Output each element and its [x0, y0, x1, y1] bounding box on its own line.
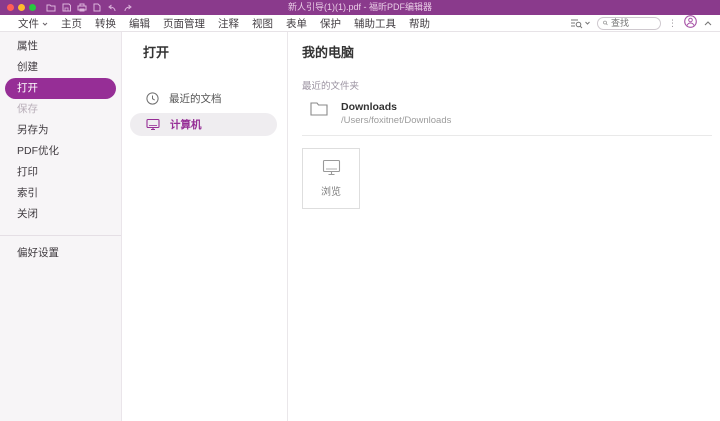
- titlebar: 新人引导(1)(1).pdf - 福昕PDF编辑器: [0, 0, 720, 15]
- window-title: 新人引导(1)(1).pdf - 福昕PDF编辑器: [288, 0, 432, 15]
- sidebar-item-print[interactable]: 打印: [0, 162, 121, 183]
- menubar: 文件 主页 转换 编辑 页面管理 注释 视图 表单 保护 辅助工具 帮助 ⋮: [0, 15, 720, 32]
- open-item-label: 计算机: [170, 117, 202, 132]
- find-replace-button[interactable]: [570, 18, 590, 29]
- search-input[interactable]: [611, 18, 655, 28]
- computer-icon: [146, 118, 160, 131]
- file-backstage: 属性 创建 打开 保存 另存为 PDF优化 打印 索引 关闭 偏好设置 打开 最…: [0, 32, 720, 421]
- sidebar-divider: [0, 235, 121, 236]
- search-icon: [603, 19, 608, 27]
- undo-icon[interactable]: [107, 4, 117, 12]
- chevron-down-icon: [585, 21, 590, 25]
- redo-icon[interactable]: [123, 4, 133, 12]
- my-computer-panel: 我的电脑 最近的文件夹 Downloads /Users/foxitnet/Do…: [288, 32, 720, 421]
- menu-file[interactable]: 文件: [18, 16, 48, 31]
- menu-home[interactable]: 主页: [61, 16, 82, 31]
- minimize-window-button[interactable]: [18, 4, 25, 11]
- my-computer-title: 我的电脑: [302, 42, 712, 61]
- folder-info: Downloads /Users/foxitnet/Downloads: [341, 101, 451, 126]
- menu-page-management[interactable]: 页面管理: [163, 16, 205, 31]
- folder-icon: [310, 101, 329, 117]
- menu-accessibility-tools[interactable]: 辅助工具: [354, 16, 396, 31]
- clock-icon: [146, 92, 159, 105]
- browse-label: 浏览: [321, 183, 341, 198]
- sidebar-item-create[interactable]: 创建: [0, 57, 121, 78]
- chevron-up-icon: [704, 21, 712, 26]
- recent-folders-label: 最近的文件夹: [302, 78, 712, 92]
- sidebar-item-preferences[interactable]: 偏好设置: [0, 243, 121, 264]
- browse-button[interactable]: 浏览: [302, 148, 360, 209]
- divider: [302, 135, 712, 136]
- open-panel: 打开 最近的文档 计算机: [122, 32, 288, 421]
- sidebar-item-close[interactable]: 关闭: [0, 204, 121, 225]
- menubar-right-controls: ⋮: [570, 15, 712, 31]
- open-item-computer[interactable]: 计算机: [130, 113, 277, 136]
- new-document-icon[interactable]: [93, 3, 101, 12]
- quick-access-toolbar: [46, 3, 133, 12]
- chevron-down-icon: [42, 17, 48, 29]
- collapse-ribbon-button[interactable]: [704, 17, 712, 29]
- recent-folder-item-downloads[interactable]: Downloads /Users/foxitnet/Downloads: [302, 101, 712, 126]
- open-location-list: 最近的文档 计算机: [122, 87, 287, 136]
- traffic-lights: [7, 4, 36, 11]
- open-panel-title: 打开: [122, 38, 287, 61]
- sidebar-item-save-as[interactable]: 另存为: [0, 120, 121, 141]
- open-folder-icon[interactable]: [46, 3, 56, 12]
- computer-icon: [322, 159, 341, 176]
- print-icon[interactable]: [77, 3, 87, 12]
- file-menu-sidebar: 属性 创建 打开 保存 另存为 PDF优化 打印 索引 关闭 偏好设置: [0, 32, 122, 421]
- search-box[interactable]: [597, 17, 661, 30]
- menu-edit[interactable]: 编辑: [129, 16, 150, 31]
- menu-form[interactable]: 表单: [286, 16, 307, 31]
- menu-help[interactable]: 帮助: [409, 16, 430, 31]
- user-avatar-icon: [684, 15, 697, 28]
- menu-comment[interactable]: 注释: [218, 16, 239, 31]
- zoom-window-button[interactable]: [29, 4, 36, 11]
- more-options-icon[interactable]: ⋮: [668, 17, 677, 30]
- menu-file-label: 文件: [18, 16, 39, 31]
- sidebar-item-save[interactable]: 保存: [0, 99, 121, 120]
- foxit-pdf-editor-window: 新人引导(1)(1).pdf - 福昕PDF编辑器 文件 主页 转换 编辑 页面…: [0, 0, 720, 421]
- menu-protect[interactable]: 保护: [320, 16, 341, 31]
- close-window-button[interactable]: [7, 4, 14, 11]
- sidebar-item-index[interactable]: 索引: [0, 183, 121, 204]
- open-item-label: 最近的文档: [169, 91, 222, 106]
- sidebar-item-open[interactable]: 打开: [5, 78, 116, 99]
- find-replace-icon: [570, 18, 583, 29]
- save-icon[interactable]: [62, 3, 71, 12]
- folder-name: Downloads: [341, 101, 451, 113]
- menu-view[interactable]: 视图: [252, 16, 273, 31]
- sidebar-item-properties[interactable]: 属性: [0, 36, 121, 57]
- folder-path: /Users/foxitnet/Downloads: [341, 115, 451, 126]
- menu-convert[interactable]: 转换: [95, 16, 116, 31]
- account-button[interactable]: [684, 15, 697, 31]
- sidebar-item-pdf-optimize[interactable]: PDF优化: [0, 141, 121, 162]
- open-item-recent-documents[interactable]: 最近的文档: [122, 87, 287, 110]
